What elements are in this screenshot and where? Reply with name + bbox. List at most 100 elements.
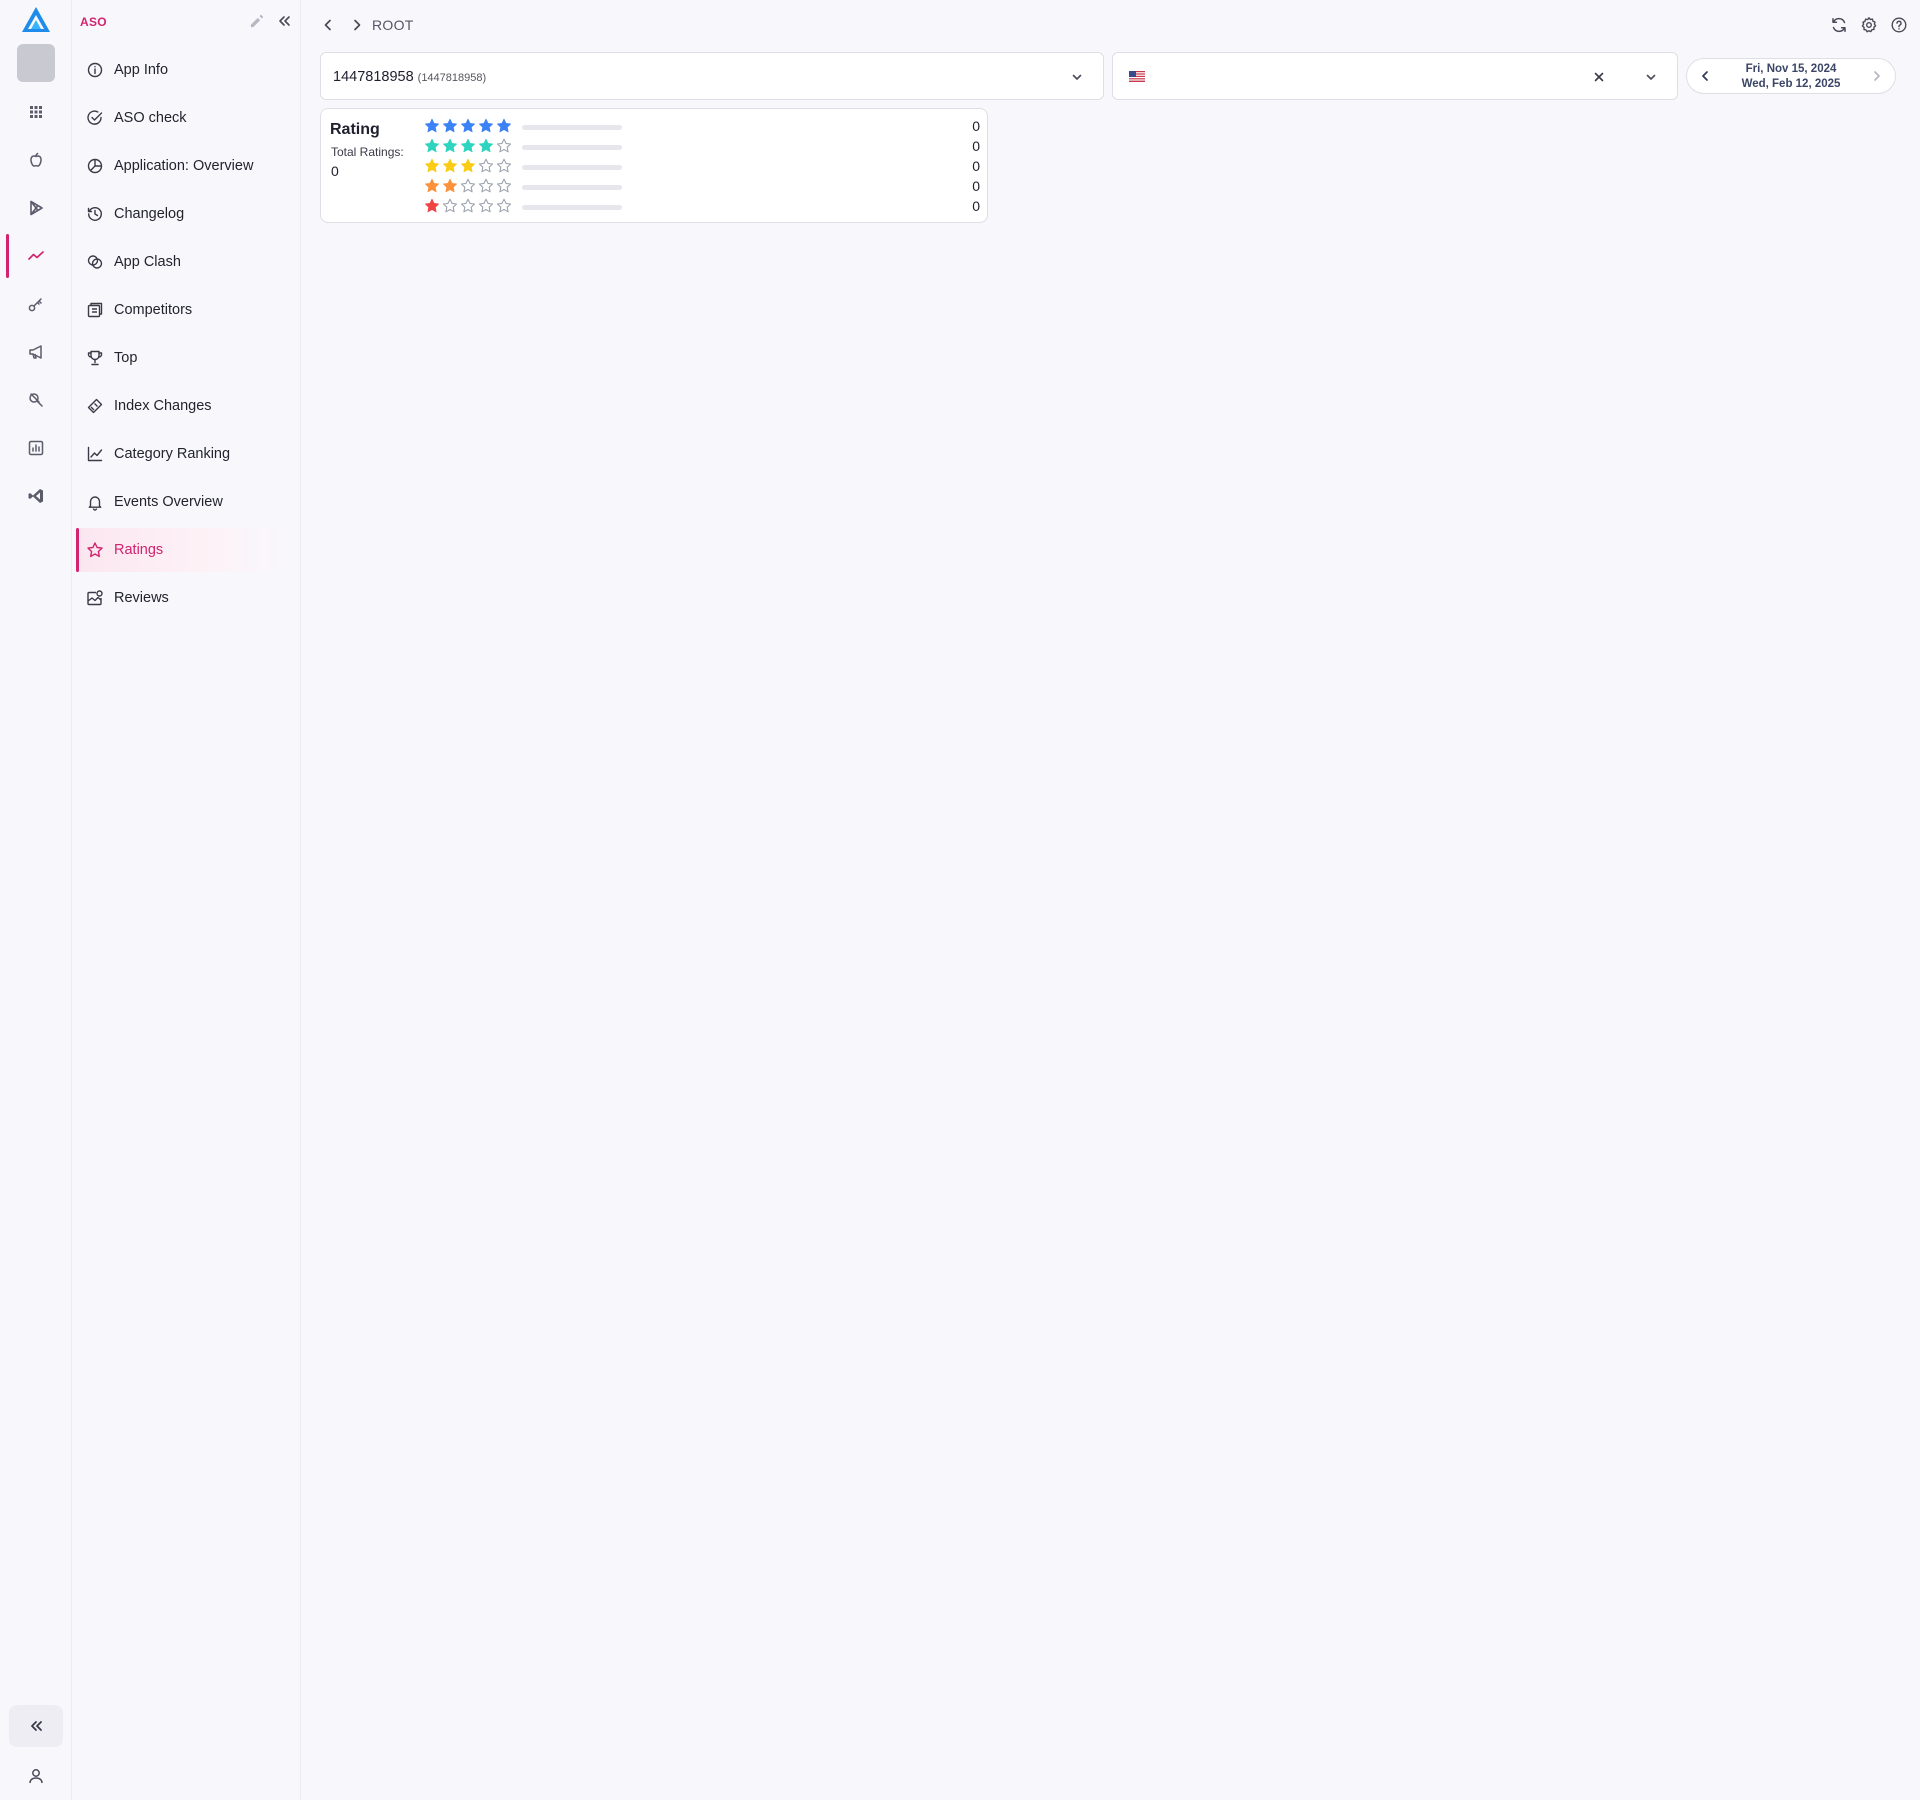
app-id: 1447818958 [333, 69, 414, 85]
star-empty-icon [496, 198, 512, 213]
star-rating-1 [424, 198, 512, 214]
star-empty-icon [496, 138, 512, 153]
nav-item-reviews[interactable]: Reviews [76, 576, 296, 620]
star-filled-icon [443, 158, 457, 173]
total-ratings-label: Total Ratings: [331, 145, 404, 159]
nav-item-label: Changelog [114, 206, 185, 222]
app-id-sub: (1447818958) [417, 72, 487, 84]
nav-item-aso-check[interactable]: ASO check [76, 96, 296, 140]
star-filled-icon [425, 118, 439, 133]
star-empty-icon [496, 158, 512, 173]
key-icon[interactable] [6, 282, 66, 326]
rating-card: Rating Total Ratings: 0 0 0 0 0 0 [320, 108, 988, 223]
rail-collapse-button[interactable] [9, 1705, 63, 1747]
nav-title: ASO [80, 15, 107, 29]
search-tools-icon[interactable] [6, 378, 66, 422]
star-empty-icon [478, 198, 494, 213]
chevron-left-icon[interactable] [1697, 68, 1713, 84]
date-range-text: Fri, Nov 15, 2024 Wed, Feb 12, 2025 [1717, 62, 1865, 92]
star-filled-icon [461, 158, 475, 173]
nav-item-category-ranking[interactable]: Category Ranking [76, 432, 296, 476]
date-from: Fri, Nov 15, 2024 [1745, 63, 1837, 75]
forward-icon[interactable] [348, 16, 366, 34]
star-filled-icon [479, 118, 493, 133]
brand-logo-icon[interactable] [20, 4, 52, 36]
topbar-actions [1830, 16, 1908, 34]
star-empty-icon [460, 198, 476, 213]
rating-title: Rating [330, 121, 380, 138]
pie-chart-icon [86, 157, 104, 175]
rating-count: 0 [972, 198, 980, 214]
star-filled-icon [425, 158, 439, 173]
rating-row-1: 0 [424, 197, 980, 217]
close-icon[interactable] [1591, 69, 1607, 85]
report-icon[interactable] [6, 426, 66, 470]
back-icon[interactable] [319, 16, 337, 34]
apple-icon[interactable] [6, 138, 66, 182]
rating-bar [522, 205, 622, 210]
google-play-icon[interactable] [6, 186, 66, 230]
rating-breakdown: 0 0 0 0 0 [424, 117, 980, 217]
nav-item-top[interactable]: Top [76, 336, 296, 380]
overlap-icon [86, 253, 104, 271]
top-bar: ROOT [301, 0, 1920, 50]
rating-bar [522, 165, 622, 170]
nav-item-label: Category Ranking [114, 446, 231, 462]
star-rating-4 [424, 138, 512, 154]
rating-row-3: 0 [424, 157, 980, 177]
nav-item-competitors[interactable]: Competitors [76, 288, 296, 332]
megaphone-icon[interactable] [6, 330, 66, 374]
nav-collapse-icon[interactable] [276, 13, 292, 29]
nav-item-ratings[interactable]: Ratings [76, 528, 296, 572]
date-to: Wed, Feb 12, 2025 [1741, 78, 1841, 90]
gear-icon[interactable] [1860, 16, 1878, 34]
user-profile-button[interactable] [18, 1758, 54, 1794]
rating-bar [522, 145, 622, 150]
app-select[interactable]: 1447818958 (1447818958) [320, 52, 1104, 100]
section-nav: ASO App Info ASO check Application: Over… [72, 0, 301, 1800]
refresh-icon[interactable] [1830, 16, 1848, 34]
rating-count: 0 [972, 158, 980, 174]
date-range-picker[interactable]: Fri, Nov 15, 2024 Wed, Feb 12, 2025 [1686, 58, 1896, 94]
star-empty-icon [496, 178, 512, 193]
star-rating-2 [424, 178, 512, 194]
trend-icon[interactable] [6, 234, 66, 278]
index-changes-icon [86, 397, 104, 415]
breadcrumb[interactable]: ROOT [372, 17, 414, 33]
nav-item-index-changes[interactable]: Index Changes [76, 384, 296, 428]
star-filled-icon [425, 138, 439, 153]
history-icon [86, 205, 104, 223]
chevron-down-icon[interactable] [1069, 69, 1085, 85]
nav-item-events-overview[interactable]: Events Overview [76, 480, 296, 524]
chevron-down-icon[interactable] [1643, 69, 1659, 85]
nav-item-label: Competitors [114, 302, 193, 318]
star-empty-icon [460, 178, 476, 193]
nav-item-application-overview[interactable]: Application: Overview [76, 144, 296, 188]
help-icon[interactable] [1890, 16, 1908, 34]
nav-item-label: App Info [114, 62, 169, 78]
workspace-avatar[interactable] [17, 44, 55, 82]
rating-bar [522, 185, 622, 190]
rating-bar [522, 125, 622, 130]
apps-grid-icon[interactable] [6, 90, 66, 134]
chevron-right-icon[interactable] [1869, 68, 1885, 84]
nav-item-label: Ratings [114, 542, 164, 558]
app-select-value: 1447818958 (1447818958) [333, 69, 486, 85]
vscode-icon[interactable] [6, 474, 66, 518]
check-circle-icon [86, 109, 104, 127]
nav-list: App Info ASO check Application: Overview… [76, 48, 296, 624]
star-filled-icon [497, 118, 511, 133]
nav-item-app-clash[interactable]: App Clash [76, 240, 296, 284]
nav-item-changelog[interactable]: Changelog [76, 192, 296, 236]
country-select[interactable] [1112, 52, 1678, 100]
line-chart-icon [86, 445, 104, 463]
star-filled-icon [443, 178, 457, 193]
nav-item-app-info[interactable]: App Info [76, 48, 296, 92]
trophy-icon [86, 349, 104, 367]
nav-item-label: App Clash [114, 254, 181, 270]
info-icon [86, 61, 104, 79]
rating-count: 0 [972, 178, 980, 194]
bell-icon [86, 493, 104, 511]
pencil-icon[interactable] [249, 14, 264, 29]
star-filled-icon [479, 138, 493, 153]
